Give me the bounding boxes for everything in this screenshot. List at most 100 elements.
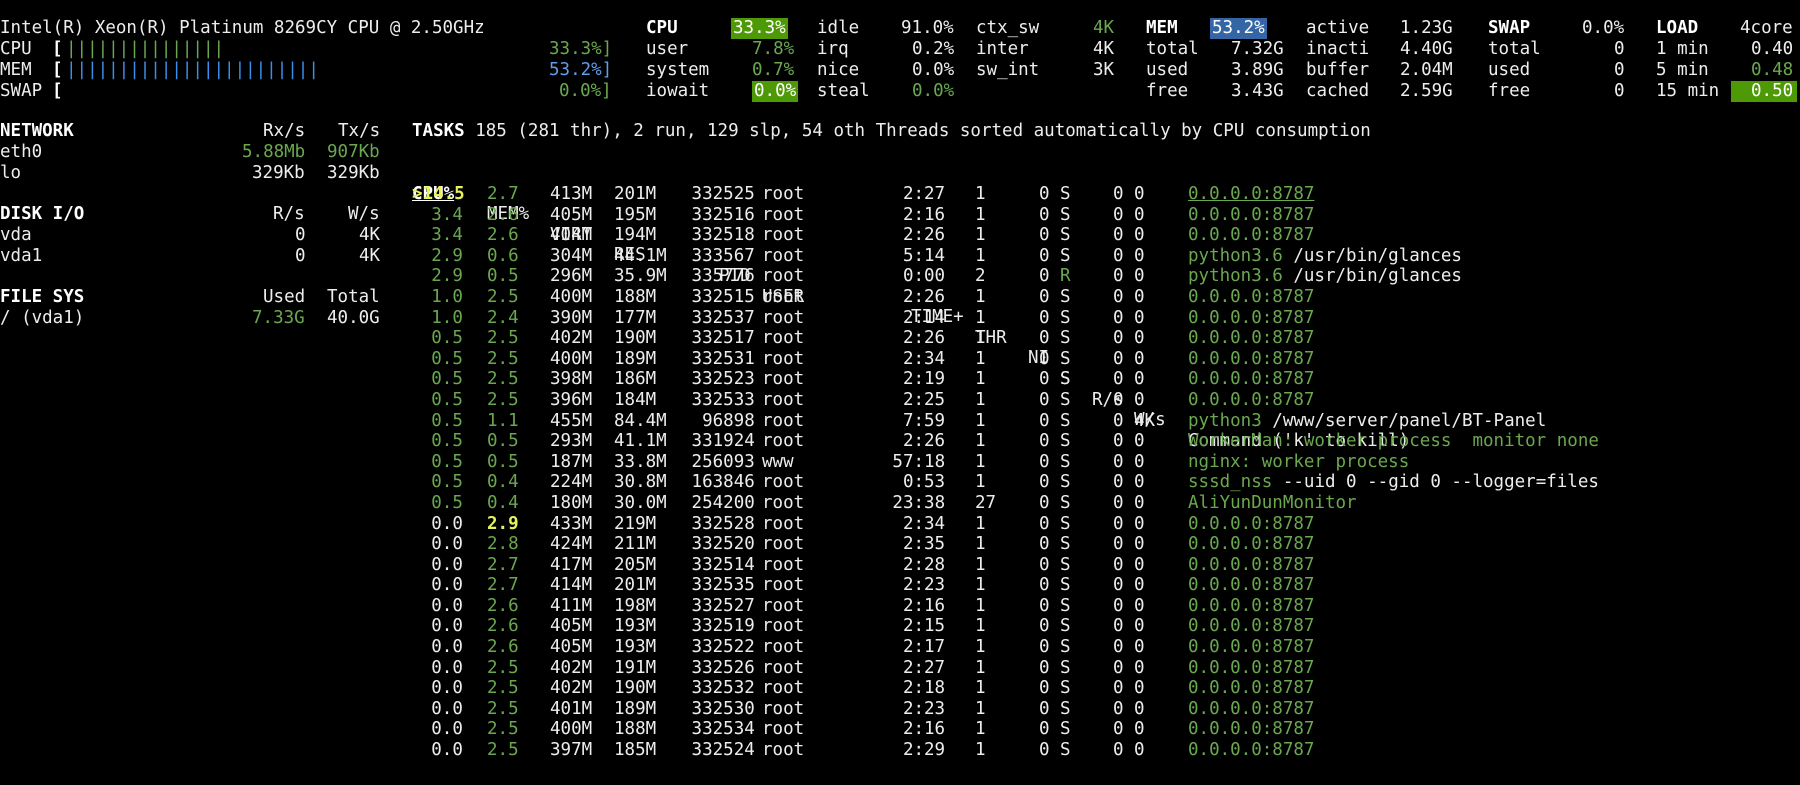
proc-state: S [1060, 513, 1071, 534]
proc-mem: 2.5 [487, 389, 519, 410]
proc-pid: 333567 [691, 245, 755, 266]
proc-state: S [1060, 204, 1071, 225]
proc-user: root [762, 740, 805, 761]
proc-res: 190M [614, 328, 657, 349]
disk-device-w: 4K [359, 225, 381, 245]
disk-device-name: vda [0, 225, 32, 245]
swap-free-label: free [1488, 81, 1531, 101]
proc-command: 0.0.0.0:8787 [1188, 719, 1314, 740]
quicklook-cpu-bar: ||||||||||||||| [66, 39, 225, 59]
proc-time: 0:53 [902, 472, 946, 493]
proc-res: 191M [614, 657, 657, 678]
cpu-iowait-label: iowait [646, 81, 710, 101]
cpu-swint-value: 3K [1093, 60, 1115, 80]
proc-ws: 0 [1134, 451, 1145, 472]
proc-cpu: 3.4 [431, 225, 463, 246]
proc-thr: 1 [975, 348, 986, 369]
proc-ws: 0 [1134, 225, 1145, 246]
proc-rs: 0 [1113, 451, 1124, 472]
proc-command-name: 0.0.0.0:8787 [1188, 534, 1315, 555]
mem-total-value: 7.32G [1231, 39, 1284, 59]
proc-time: 2:27 [902, 184, 946, 204]
proc-rs: 0 [1113, 286, 1124, 307]
proc-user: root [762, 575, 805, 596]
proc-mem: 1.1 [487, 410, 519, 431]
proc-pid: 332532 [691, 678, 755, 699]
cpu-ctxsw-value: 4K [1093, 18, 1115, 38]
proc-thr: 1 [975, 328, 986, 349]
proc-cpu: 0.0 [431, 740, 463, 761]
proc-command-args: /usr/bin/glances [1282, 266, 1462, 287]
proc-rs: 0 [1113, 534, 1124, 555]
quicklook-swap-label: SWAP [0, 81, 43, 101]
proc-state: S [1060, 307, 1071, 328]
proc-command: 0.0.0.0:8787 [1188, 308, 1314, 329]
proc-virt: 455M [550, 410, 593, 431]
proc-user: root [762, 534, 805, 555]
load-5min-value: 0.48 [1751, 60, 1794, 80]
proc-pid: 332533 [691, 389, 755, 410]
proc-command: WorkerMan: worker process monitor none [1188, 431, 1599, 452]
network-rx-header: Rx/s [263, 121, 306, 141]
proc-res: 41.1M [614, 431, 667, 452]
disk-r-header: R/s [273, 204, 305, 224]
proc-res: 186M [614, 369, 657, 390]
proc-virt: 397M [550, 740, 593, 761]
proc-time: 2:26 [902, 328, 946, 349]
proc-user: root [762, 389, 805, 410]
mem-inact-value: 4.40G [1400, 39, 1453, 59]
proc-ws: 0 [1134, 431, 1145, 452]
proc-command-name: 0.0.0.0:8787 [1188, 184, 1315, 204]
cpu-inter-label: inter [976, 39, 1029, 59]
proc-ni: 0 [1039, 657, 1050, 678]
proc-thr: 1 [975, 554, 986, 575]
proc-ni: 0 [1039, 307, 1050, 328]
proc-user: root [762, 472, 805, 493]
proc-thr: 1 [975, 637, 986, 658]
proc-res: 189M [614, 348, 657, 369]
disk-title: DISK I/O [0, 204, 85, 224]
proc-thr: 1 [975, 389, 986, 410]
cpu-idle-label: idle [817, 18, 860, 38]
fs-total-header: Total [327, 287, 380, 307]
proc-ni: 0 [1039, 369, 1050, 390]
proc-ws: 0 [1134, 554, 1145, 575]
proc-state: S [1060, 348, 1071, 369]
proc-ni: 0 [1039, 184, 1050, 204]
proc-state: S [1060, 328, 1071, 349]
proc-virt: 402M [550, 678, 593, 699]
proc-mem: 2.5 [487, 328, 519, 349]
proc-command-name: sssd_nss [1188, 472, 1273, 493]
proc-thr: 2 [975, 266, 986, 287]
proc-command-name: 0.0.0.0:8787 [1188, 307, 1315, 328]
proc-thr: 1 [975, 286, 986, 307]
proc-ws: 0 [1134, 286, 1145, 307]
proc-cpu: 0.5 [431, 472, 463, 493]
proc-virt: 180M [550, 492, 593, 513]
proc-rs: 0 [1113, 554, 1124, 575]
cpu-user-value: 7.8% [752, 39, 795, 59]
proc-state: S [1060, 245, 1071, 266]
load-1min-value: 0.40 [1751, 39, 1794, 59]
proc-rs: 0 [1113, 637, 1124, 658]
proc-state: S [1060, 575, 1071, 596]
proc-pid: 256093 [691, 451, 755, 472]
proc-rs: 0 [1113, 328, 1124, 349]
proc-command-name: 0.0.0.0:8787 [1188, 328, 1315, 349]
proc-cpu: 0.0 [431, 513, 463, 534]
swap-total-value: 0 [1614, 39, 1625, 59]
swap-total-label: total [1488, 39, 1541, 59]
proc-cpu: 0.0 [431, 719, 463, 740]
proc-state: S [1060, 286, 1071, 307]
proc-time: 2:26 [902, 286, 946, 307]
quicklook-swap-bracket: [ [52, 81, 63, 101]
proc-res: 33.8M [614, 451, 667, 472]
proc-ni: 0 [1039, 698, 1050, 719]
proc-mem: 2.5 [487, 348, 519, 369]
proc-virt: 404M [550, 225, 593, 246]
proc-ws: 0 [1134, 472, 1145, 493]
proc-pid: 332525 [691, 184, 755, 204]
proc-rs: 0 [1113, 678, 1124, 699]
proc-user: root [762, 616, 805, 637]
proc-mem: 0.5 [487, 451, 519, 472]
